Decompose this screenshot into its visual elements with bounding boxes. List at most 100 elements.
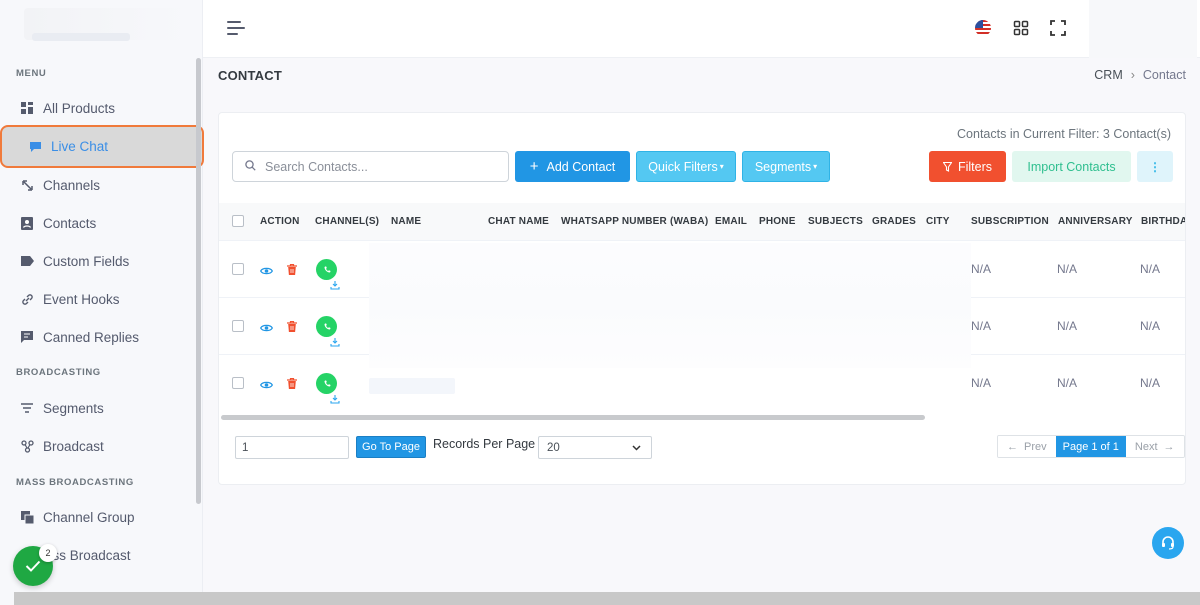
sidebar-item-channel-group[interactable]: Channel Group (0, 498, 203, 536)
breadcrumb-item-current: Contact (1142, 68, 1186, 82)
column-header: CHANNEL(S) (315, 216, 380, 227)
column-header[interactable]: CHAT NAME (488, 216, 549, 227)
eye-icon[interactable] (259, 377, 274, 395)
kebab-icon: ⋮ (1149, 159, 1161, 174)
prev-page-button[interactable]: ← Prev (998, 436, 1056, 457)
grid-icon (20, 101, 34, 115)
page-title: CONTACT (218, 68, 282, 83)
trash-icon[interactable] (287, 319, 297, 337)
arrow-right-icon: → (1163, 440, 1175, 453)
sidebar: MENU All Products Live Chat Channels Con… (0, 0, 204, 605)
segments-button[interactable]: Segments ▾ (742, 151, 830, 182)
column-header[interactable]: NAME (391, 216, 421, 227)
birthday-cell: N/A (1140, 262, 1161, 276)
link-icon (20, 292, 34, 306)
breadcrumb: CRM › Contact (1094, 68, 1186, 82)
column-header[interactable]: EMAIL (715, 216, 747, 227)
download-icon[interactable] (330, 391, 340, 404)
anniversary-cell: N/A (1057, 376, 1078, 390)
contacts-card: Contacts in Current Filter: 3 Contact(s)… (218, 112, 1186, 485)
column-header[interactable]: GRADES (872, 216, 916, 227)
sidebar-item-canned-replies[interactable]: Canned Replies (0, 318, 203, 356)
next-page-button[interactable]: Next → (1125, 436, 1184, 457)
records-per-page-select[interactable]: 20 (538, 436, 652, 459)
download-icon[interactable] (330, 277, 340, 290)
anniversary-cell: N/A (1057, 262, 1078, 276)
column-header[interactable]: SUBSCRIPTION (971, 216, 1049, 227)
quick-filters-button[interactable]: Quick Filters ▾ (636, 151, 736, 182)
plus-icon: + (529, 158, 539, 175)
column-header[interactable]: ANNIVERSARY (1058, 216, 1133, 227)
support-headset-icon[interactable] (1152, 527, 1184, 559)
user-profile[interactable] (1089, 0, 1197, 58)
window-horizontal-scrollbar[interactable] (14, 592, 1200, 605)
table-horizontal-scrollbar[interactable] (221, 415, 925, 420)
column-header[interactable]: BIRTHDAY (1141, 216, 1185, 227)
prev-label: Prev (1024, 440, 1047, 453)
column-header[interactable]: WHATSAPP NUMBER (WABA) (561, 216, 708, 227)
sidebar-item-all-products[interactable]: All Products (0, 89, 203, 127)
sidebar-item-broadcast[interactable]: Broadcast (0, 427, 203, 465)
arrow-left-icon: ← (1007, 440, 1018, 453)
filters-button[interactable]: Filters (929, 151, 1006, 182)
current-page-indicator: Page 1 of 1 (1055, 436, 1126, 457)
menu-section-title: MENU (16, 68, 47, 79)
sidebar-item-label: Channel Group (43, 509, 135, 525)
more-options-button[interactable]: ⋮ (1137, 151, 1173, 182)
sidebar-item-label: Canned Replies (43, 329, 140, 345)
broadcasting-section-title: BROADCASTING (16, 367, 101, 378)
table-header: ACTION CHANNEL(S) NAME CHAT NAME WHATSAP… (219, 203, 1185, 241)
segments-label: Segments (754, 159, 812, 174)
select-all-checkbox[interactable] (232, 215, 244, 227)
quick-filters-label: Quick Filters (648, 159, 718, 174)
sidebar-item-label: All Products (43, 100, 116, 116)
anniversary-cell: N/A (1057, 319, 1078, 333)
breadcrumb-item-crm[interactable]: CRM (1094, 68, 1122, 82)
chevron-down-icon: ▾ (719, 162, 724, 171)
sidebar-item-label: Segments (43, 400, 104, 416)
us-flag-icon[interactable] (975, 20, 991, 36)
menu-toggle-icon[interactable] (227, 21, 245, 35)
add-contact-button[interactable]: + Add Contact (515, 151, 630, 182)
sidebar-item-live-chat[interactable]: Live Chat (0, 125, 204, 168)
sidebar-item-label: ass Broadcast (45, 547, 131, 563)
row-checkbox[interactable] (232, 320, 244, 332)
import-contacts-button[interactable]: Import Contacts (1012, 151, 1131, 182)
trash-icon[interactable] (287, 262, 297, 280)
column-header[interactable]: PHONE (759, 216, 796, 227)
subscription-cell: N/A (971, 262, 992, 276)
page-number-input[interactable] (235, 436, 349, 459)
row-checkbox[interactable] (232, 263, 244, 275)
go-to-page-button[interactable]: Go To Page (356, 436, 426, 458)
column-header[interactable]: SUBJECTS (808, 216, 863, 227)
trash-icon[interactable] (287, 376, 297, 394)
sidebar-item-label: Event Hooks (43, 291, 120, 307)
sidebar-scrollbar[interactable] (196, 58, 201, 504)
search-icon (245, 158, 256, 176)
sidebar-item-contacts[interactable]: Contacts (0, 204, 203, 242)
sidebar-item-channels[interactable]: Channels (0, 166, 203, 204)
birthday-cell: N/A (1140, 319, 1161, 333)
download-icon[interactable] (330, 334, 340, 347)
eye-icon[interactable] (259, 263, 274, 281)
topbar (203, 0, 1200, 58)
apps-grid-icon[interactable] (1013, 20, 1029, 36)
search-input[interactable] (265, 159, 495, 174)
sidebar-item-segments[interactable]: Segments (0, 389, 203, 427)
filter-lines-icon (20, 401, 34, 415)
fullscreen-icon[interactable] (1050, 20, 1066, 36)
records-per-page-value: 20 (547, 441, 560, 454)
filters-label: Filters (957, 159, 993, 174)
column-header[interactable]: CITY (926, 216, 950, 227)
sidebar-item-label: Live Chat (51, 139, 109, 154)
eye-icon[interactable] (259, 320, 274, 338)
search-box[interactable] (232, 151, 509, 182)
brand-logo-text (32, 33, 130, 41)
message-icon (20, 330, 34, 344)
redacted-contact-data (369, 378, 455, 394)
mass-broadcasting-section-title: MASS BROADCASTING (16, 477, 134, 488)
sidebar-item-event-hooks[interactable]: Event Hooks (0, 280, 203, 318)
sidebar-item-custom-fields[interactable]: Custom Fields (0, 242, 203, 280)
row-checkbox[interactable] (232, 377, 244, 389)
sidebar-item-label: Broadcast (43, 438, 104, 454)
